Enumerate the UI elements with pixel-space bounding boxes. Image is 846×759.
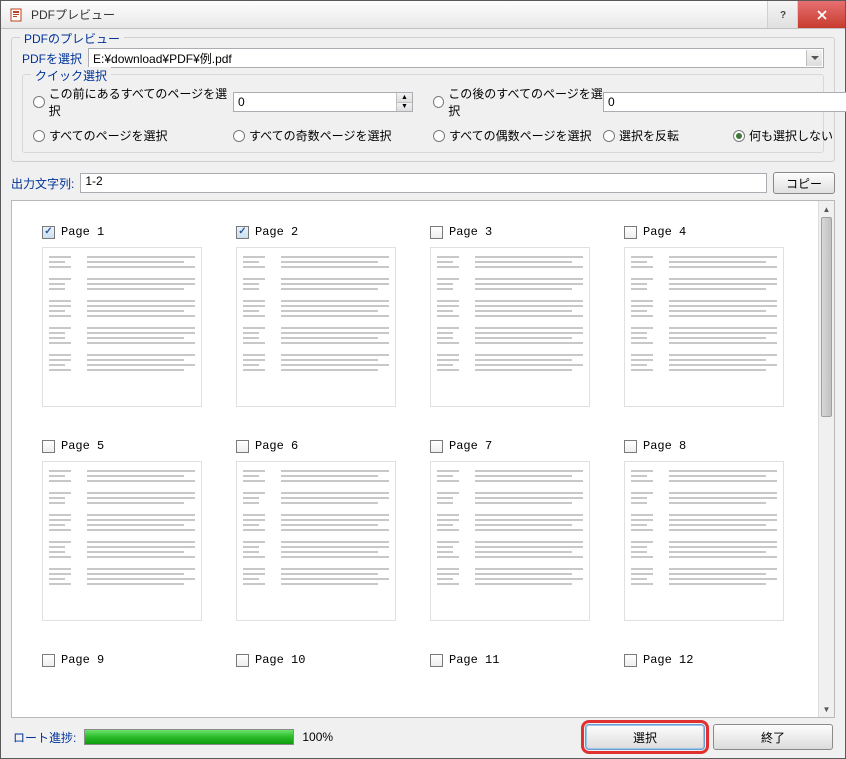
- page-checkbox[interactable]: [624, 440, 637, 453]
- radio-icon: [603, 130, 615, 142]
- page-thumbnail-image: [430, 461, 590, 621]
- radio-icon: [733, 130, 745, 142]
- page-thumbnail[interactable]: Page 3: [430, 223, 600, 407]
- load-progress-bar: [84, 729, 294, 745]
- page-thumbnail[interactable]: Page 2: [236, 223, 406, 407]
- page-label: Page 11: [449, 653, 499, 667]
- page-thumbnail-image: [42, 247, 202, 407]
- preview-scroll[interactable]: Page 1 Page 2 Page 3 Page 4 Page 5 Page 6 Page…: [14, 203, 818, 715]
- page-label: Page 3: [449, 225, 492, 239]
- output-string-input[interactable]: 1-2: [80, 173, 767, 193]
- preview-area: Page 1 Page 2 Page 3 Page 4 Page 5 Page 6 Page…: [11, 200, 835, 718]
- page-label: Page 9: [61, 653, 104, 667]
- page-label: Page 12: [643, 653, 693, 667]
- chevron-down-icon[interactable]: [806, 50, 822, 66]
- page-checkbox[interactable]: [430, 654, 443, 667]
- spinner-before[interactable]: 0 ▲▼: [233, 92, 413, 112]
- page-checkbox[interactable]: [430, 440, 443, 453]
- page-thumbnail[interactable]: Page 10: [236, 651, 406, 669]
- window-title: PDFプレビュー: [31, 6, 767, 23]
- page-thumbnail[interactable]: Page 1: [42, 223, 212, 407]
- radio-icon: [433, 96, 444, 108]
- page-thumbnail-image: [236, 247, 396, 407]
- radio-select-all[interactable]: すべてのページを選択: [33, 127, 233, 144]
- footer: ロート進捗: 100% 選択 終了: [11, 718, 835, 750]
- radio-icon: [33, 96, 45, 108]
- vertical-scrollbar[interactable]: ▲ ▼: [818, 201, 834, 717]
- page-thumbnail-image: [236, 461, 396, 621]
- scrollbar-thumb[interactable]: [821, 217, 832, 417]
- app-icon: [9, 7, 25, 23]
- output-label: 出力文字列:: [11, 175, 74, 192]
- progress-text: 100%: [302, 730, 333, 744]
- page-thumbnail[interactable]: Page 4: [624, 223, 794, 407]
- help-button[interactable]: ?: [767, 1, 797, 28]
- copy-button[interactable]: コピー: [773, 172, 835, 194]
- page-label: Page 2: [255, 225, 298, 239]
- progress-label: ロート進捗:: [13, 729, 76, 746]
- page-thumbnail-image: [624, 247, 784, 407]
- exit-button[interactable]: 終了: [713, 724, 833, 750]
- page-checkbox[interactable]: [430, 226, 443, 239]
- radio-select-after[interactable]: この後のすべてのページを選択: [433, 85, 603, 119]
- page-thumbnail[interactable]: Page 12: [624, 651, 794, 669]
- quick-select-group: クイック選択 この前にあるすべてのページを選択 0 ▲▼ この後のすべてのページ…: [22, 74, 824, 153]
- content-area: PDFのプレビュー PDFを選択 E:¥download¥PDF¥例.pdf ク…: [1, 29, 845, 758]
- page-thumbnail[interactable]: Page 7: [430, 437, 600, 621]
- radio-icon: [233, 130, 245, 142]
- radio-select-before[interactable]: この前にあるすべてのページを選択: [33, 85, 233, 119]
- select-button[interactable]: 選択: [585, 724, 705, 750]
- chevron-up-icon[interactable]: ▲: [396, 93, 412, 103]
- page-label: Page 1: [61, 225, 104, 239]
- output-row: 出力文字列: 1-2 コピー: [11, 172, 835, 194]
- radio-select-none[interactable]: 何も選択しない: [733, 127, 846, 144]
- radio-select-even[interactable]: すべての偶数ページを選択: [433, 127, 603, 144]
- select-pdf-label: PDFを選択: [22, 50, 82, 67]
- page-checkbox[interactable]: [236, 654, 249, 667]
- page-label: Page 4: [643, 225, 686, 239]
- page-label: Page 6: [255, 439, 298, 453]
- page-checkbox[interactable]: [236, 226, 249, 239]
- titlebar: PDFプレビュー ?: [1, 1, 845, 29]
- radio-select-odd[interactable]: すべての奇数ページを選択: [233, 127, 433, 144]
- quick-legend: クイック選択: [31, 67, 111, 84]
- page-thumbnail[interactable]: Page 6: [236, 437, 406, 621]
- page-thumbnail[interactable]: Page 9: [42, 651, 212, 669]
- pdf-path-value: E:¥download¥PDF¥例.pdf: [93, 50, 232, 67]
- group-legend: PDFのプレビュー: [20, 30, 124, 47]
- chevron-down-icon[interactable]: ▼: [396, 103, 412, 112]
- pdf-preview-group: PDFのプレビュー PDFを選択 E:¥download¥PDF¥例.pdf ク…: [11, 37, 835, 162]
- radio-icon: [33, 130, 45, 142]
- chevron-up-icon[interactable]: ▲: [819, 201, 834, 217]
- pdf-preview-window: PDFプレビュー ? PDFのプレビュー PDFを選択 E:¥download¥…: [0, 0, 846, 759]
- spinner-after[interactable]: 0 ▲▼: [603, 92, 846, 112]
- page-checkbox[interactable]: [42, 440, 55, 453]
- page-checkbox[interactable]: [236, 440, 249, 453]
- page-checkbox[interactable]: [624, 226, 637, 239]
- page-checkbox[interactable]: [42, 654, 55, 667]
- pdf-path-combo[interactable]: E:¥download¥PDF¥例.pdf: [88, 48, 824, 68]
- page-label: Page 5: [61, 439, 104, 453]
- radio-invert[interactable]: 選択を反転: [603, 127, 733, 144]
- page-checkbox[interactable]: [624, 654, 637, 667]
- page-thumbnail[interactable]: Page 8: [624, 437, 794, 621]
- page-thumbnail[interactable]: Page 11: [430, 651, 600, 669]
- chevron-down-icon[interactable]: ▼: [819, 701, 834, 717]
- page-thumbnail-image: [42, 461, 202, 621]
- page-thumbnail-image: [430, 247, 590, 407]
- page-label: Page 8: [643, 439, 686, 453]
- close-button[interactable]: [797, 1, 845, 28]
- page-thumbnail[interactable]: Page 5: [42, 437, 212, 621]
- page-label: Page 7: [449, 439, 492, 453]
- svg-text:?: ?: [779, 10, 785, 20]
- page-checkbox[interactable]: [42, 226, 55, 239]
- page-label: Page 10: [255, 653, 305, 667]
- window-buttons: ?: [767, 1, 845, 28]
- pages-grid: Page 1 Page 2 Page 3 Page 4 Page 5 Page 6 Page…: [42, 223, 808, 669]
- page-thumbnail-image: [624, 461, 784, 621]
- radio-icon: [433, 130, 445, 142]
